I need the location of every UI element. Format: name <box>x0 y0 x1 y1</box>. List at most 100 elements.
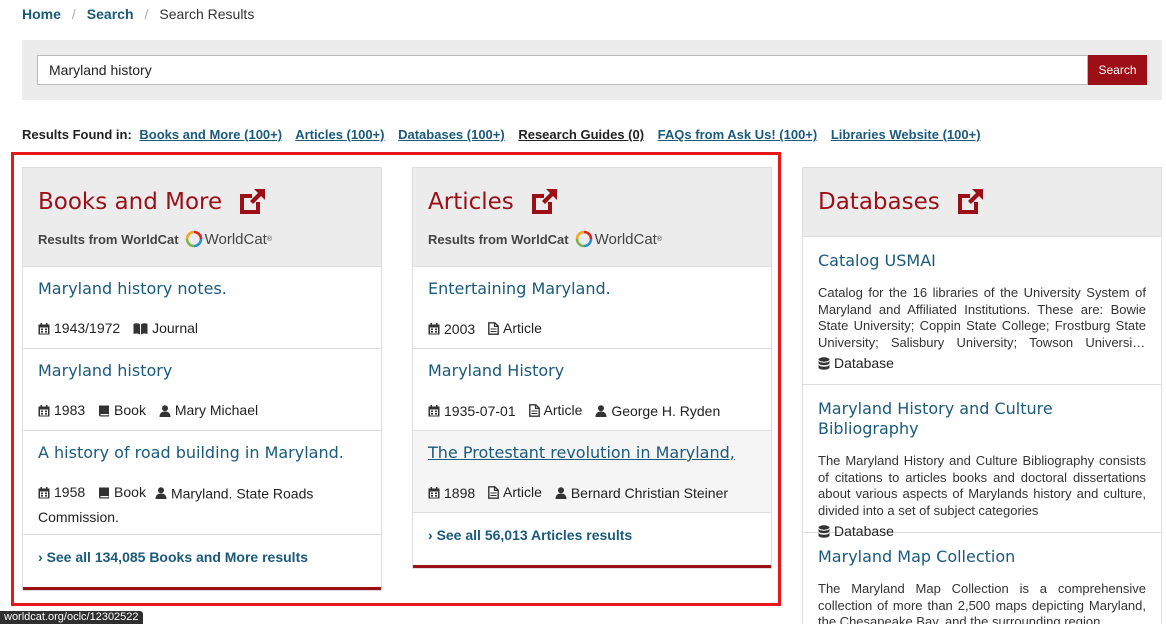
external-link-icon[interactable] <box>954 186 986 218</box>
result-title[interactable]: Maryland History <box>428 361 756 381</box>
list-item: A history of road building in Maryland. … <box>23 431 381 535</box>
books-panel-title: Books and More <box>38 189 223 215</box>
result-type: Book <box>114 402 146 418</box>
list-item: The Protestant revolution in Maryland, 1… <box>413 431 771 513</box>
external-link-icon[interactable] <box>236 186 268 218</box>
database-icon <box>818 356 830 370</box>
worldcat-swirl-icon <box>575 230 592 248</box>
database-description: Catalog for the 16 libraries of the Univ… <box>818 285 1146 350</box>
calendar-icon <box>428 487 440 499</box>
worldcat-logo-text: WorldCat <box>594 230 657 248</box>
result-year: 1898 <box>444 484 476 501</box>
database-description: The Maryland History and Culture Bibliog… <box>818 453 1146 518</box>
see-all-books-label: See all 134,085 Books and More results <box>46 549 309 565</box>
chevron-right-icon: › <box>38 549 43 565</box>
database-title[interactable]: Maryland History and Culture Bibliograph… <box>818 399 1146 439</box>
status-bar-url: worldcat.org/oclc/12302522 <box>0 611 143 624</box>
see-all-articles-label: See all 56,013 Articles results <box>436 527 633 543</box>
articles-panel-title: Articles <box>428 189 514 215</box>
result-type: Article <box>503 320 542 336</box>
result-title[interactable]: Entertaining Maryland. <box>428 279 756 299</box>
results-link-books[interactable]: Books and More (100+) <box>139 127 282 142</box>
external-link-icon[interactable] <box>528 186 560 218</box>
user-icon <box>555 487 567 499</box>
databases-panel-header: Databases <box>803 168 1161 237</box>
database-type: Database <box>834 355 894 371</box>
chevron-right-icon: › <box>428 527 433 543</box>
database-description: The Maryland Map Collection is a compreh… <box>818 581 1146 624</box>
result-year: 1958 <box>54 484 86 500</box>
results-link-databases[interactable]: Databases (100+) <box>398 127 505 142</box>
calendar-icon <box>38 322 50 334</box>
database-title[interactable]: Catalog USMAI <box>818 251 1146 271</box>
databases-panel: Databases Catalog USMAI Catalog for the … <box>802 167 1162 624</box>
worldcat-swirl-icon <box>185 230 202 248</box>
books-panel-header: Books and More Results from WorldCat Wor… <box>23 168 381 267</box>
worldcat-logo: WorldCat ® <box>185 230 272 248</box>
result-type: Journal <box>152 320 198 336</box>
breadcrumb-separator: / <box>144 6 149 22</box>
panel-footer-bar <box>413 565 771 568</box>
search-button[interactable]: Search <box>1088 55 1147 85</box>
result-year: 2003 <box>444 320 476 337</box>
worldcat-logo-text: WorldCat <box>204 230 267 248</box>
list-item: Entertaining Maryland. 2003 Article <box>413 267 771 349</box>
user-icon <box>595 405 607 417</box>
journal-icon <box>133 322 148 334</box>
results-link-articles[interactable]: Articles (100+) <box>295 127 384 142</box>
result-type: Article <box>543 402 583 418</box>
see-all-container: › See all 56,013 Articles results <box>413 513 771 565</box>
articles-source-label: Results from WorldCat <box>428 231 569 247</box>
database-title[interactable]: Maryland Map Collection <box>818 547 1146 567</box>
results-link-research-guides[interactable]: Research Guides (0) <box>518 127 644 142</box>
result-title[interactable]: Maryland history <box>38 361 366 381</box>
books-panel: Books and More Results from WorldCat Wor… <box>22 167 382 591</box>
database-type: Database <box>834 523 894 539</box>
result-year: 1983 <box>54 402 86 418</box>
results-found-label: Results Found in: <box>22 127 132 142</box>
article-icon <box>488 486 499 499</box>
worldcat-logo: WorldCat ® <box>575 230 662 248</box>
see-all-container: › See all 134,085 Books and More results <box>23 535 381 587</box>
result-title[interactable]: Maryland history notes. <box>38 279 366 299</box>
breadcrumb: Home / Search / Search Results <box>22 6 254 22</box>
calendar-icon <box>428 323 440 335</box>
result-type: Article <box>503 484 542 500</box>
result-author: Bernard Christian Steiner <box>570 484 729 501</box>
list-item: Maryland history notes. 1943/1972 Journa… <box>23 267 381 349</box>
result-year: 1943/1972 <box>54 320 121 336</box>
panel-footer-bar <box>23 587 381 590</box>
database-icon <box>818 524 830 538</box>
calendar-icon <box>38 404 50 416</box>
article-icon <box>488 322 499 335</box>
calendar-icon <box>38 486 50 498</box>
breadcrumb-search[interactable]: Search <box>87 6 134 22</box>
list-item: Catalog USMAI Catalog for the 16 librari… <box>803 237 1161 385</box>
results-found: Results Found in: Books and More (100+) … <box>22 127 991 142</box>
results-link-libraries-website[interactable]: Libraries Website (100+) <box>831 127 981 142</box>
result-year: 1935-07-01 <box>444 402 516 419</box>
see-all-books-link[interactable]: › See all 134,085 Books and More results <box>38 549 366 565</box>
book-icon <box>99 405 110 416</box>
book-icon <box>99 487 110 498</box>
breadcrumb-home[interactable]: Home <box>22 6 61 22</box>
databases-panel-title: Databases <box>818 189 940 215</box>
results-link-faqs[interactable]: FAQs from Ask Us! (100+) <box>658 127 818 142</box>
breadcrumb-separator: / <box>71 6 76 22</box>
articles-panel-header: Articles Results from WorldCat WorldCat ® <box>413 168 771 267</box>
result-author: George H. Ryden <box>611 402 721 419</box>
user-icon <box>155 486 167 499</box>
search-bar: Search <box>22 40 1162 100</box>
list-item: Maryland history 1983 Book Mary Michael <box>23 349 381 431</box>
books-source-label: Results from WorldCat <box>38 231 179 247</box>
breadcrumb-current: Search Results <box>159 6 255 22</box>
articles-panel: Articles Results from WorldCat WorldCat ®… <box>412 167 772 569</box>
search-input[interactable] <box>37 55 1088 85</box>
list-item: Maryland History and Culture Bibliograph… <box>803 385 1161 539</box>
see-all-articles-link[interactable]: › See all 56,013 Articles results <box>428 527 756 543</box>
result-type: Book <box>114 484 146 500</box>
result-title[interactable]: The Protestant revolution in Maryland, <box>428 443 756 463</box>
article-icon <box>528 404 540 417</box>
result-title[interactable]: A history of road building in Maryland. <box>38 443 366 463</box>
result-author: Mary Michael <box>174 402 259 418</box>
